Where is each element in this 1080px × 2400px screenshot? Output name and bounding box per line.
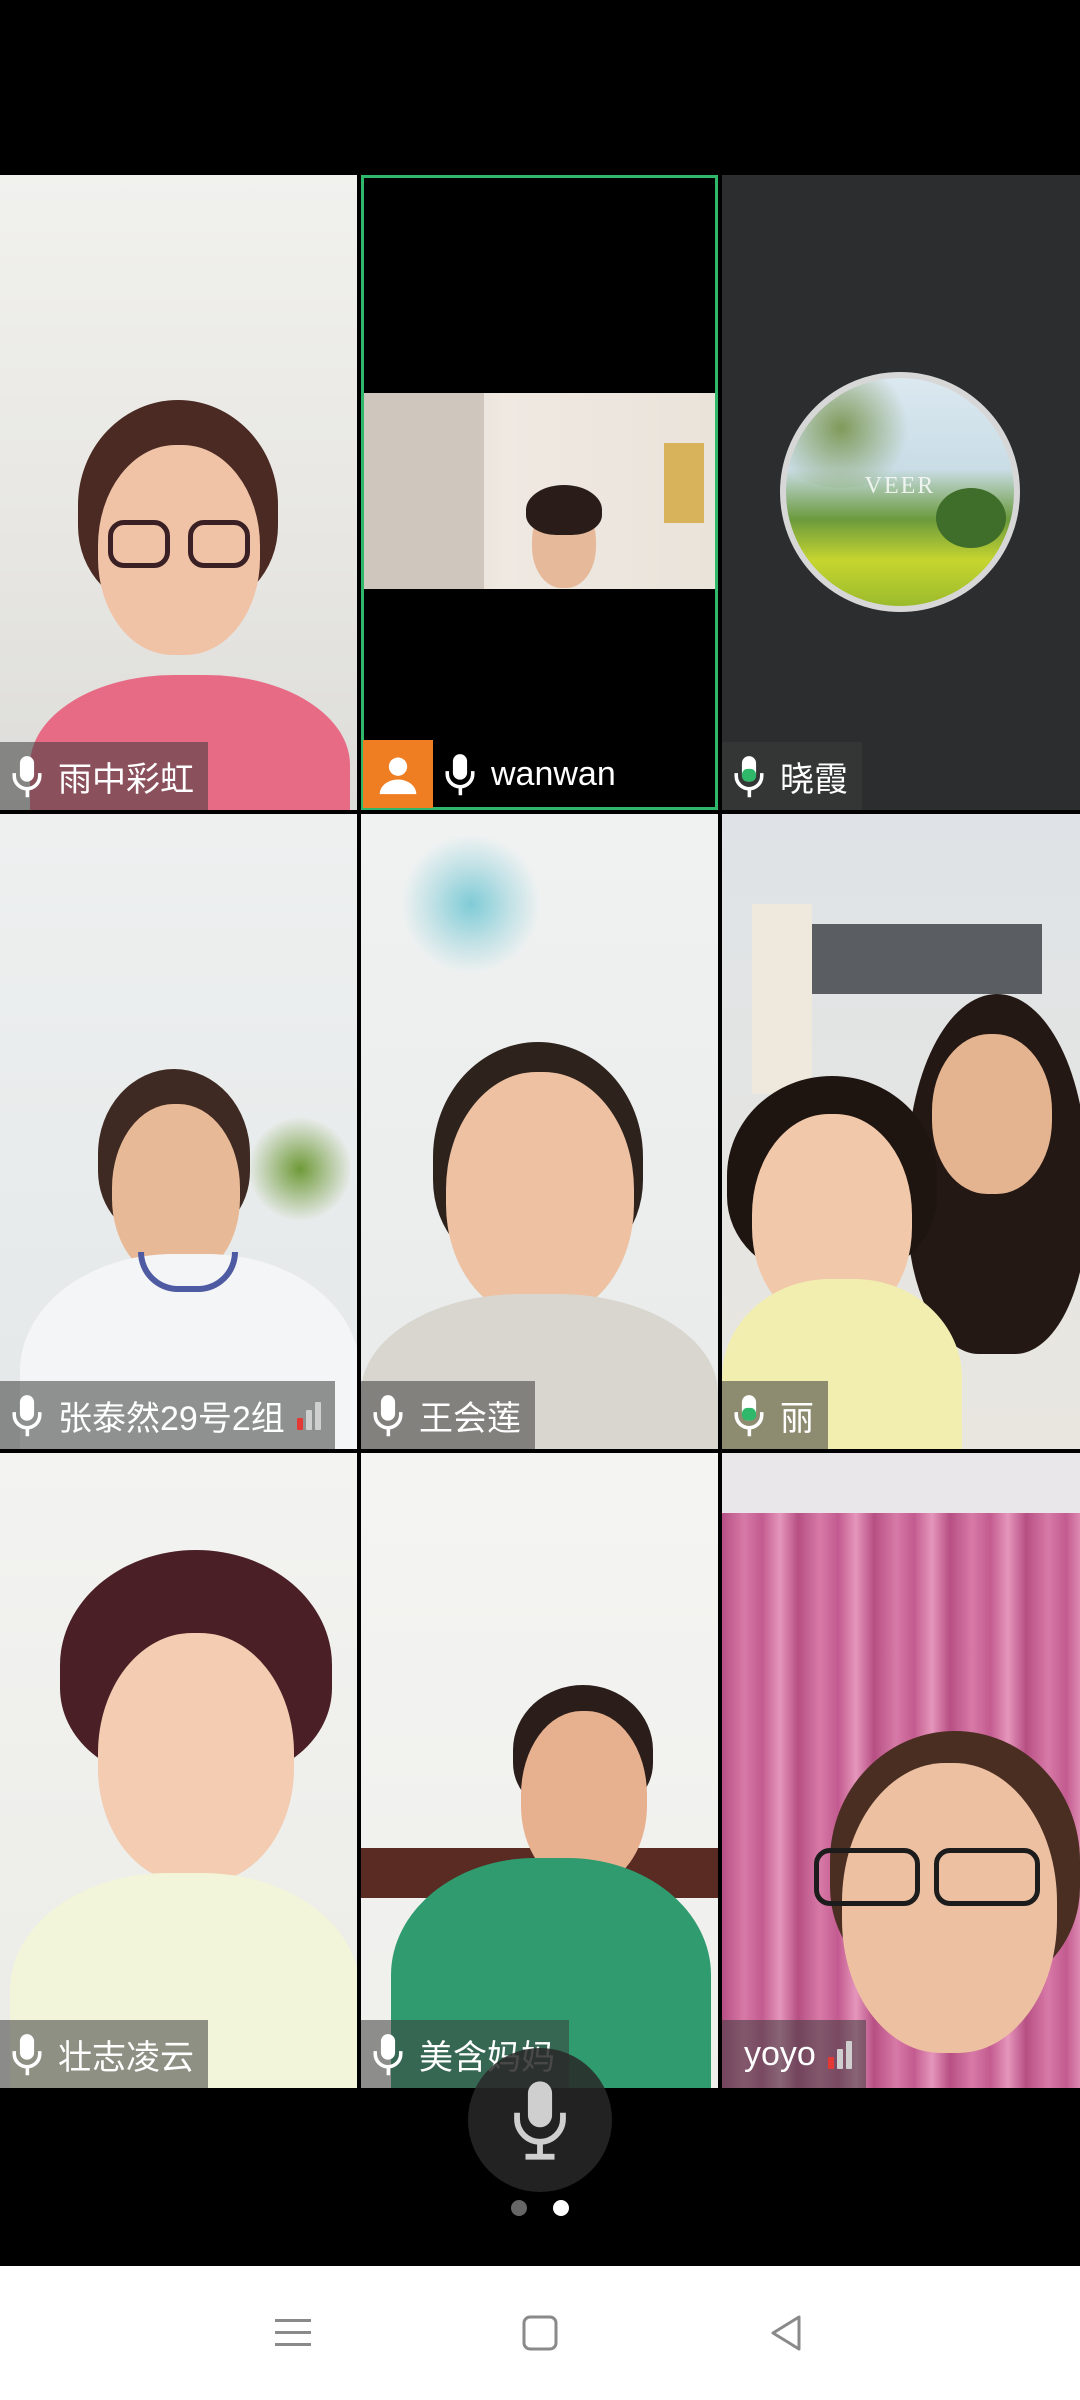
participant-name: 晓霞	[780, 760, 848, 799]
page-indicator[interactable]	[0, 2200, 1080, 2216]
participant-tile[interactable]: 丽	[722, 814, 1080, 1449]
participant-name: 王会莲	[419, 1399, 521, 1438]
participant-tile[interactable]: 雨中彩虹	[0, 175, 357, 810]
participant-video	[361, 1453, 718, 2088]
participant-video	[0, 814, 357, 1449]
participant-name-label: 晓霞	[722, 742, 862, 810]
participant-tile-active-speaker[interactable]: wanwan	[361, 175, 718, 810]
back-icon	[771, 2315, 801, 2351]
participant-video	[0, 175, 357, 810]
home-button[interactable]	[510, 2303, 570, 2363]
participant-name-label: 王会莲	[361, 1381, 535, 1449]
page-dot-active[interactable]	[553, 2200, 569, 2216]
mute-toggle-button[interactable]	[468, 2048, 612, 2192]
participant-tile[interactable]: 王会莲	[361, 814, 718, 1449]
menu-icon	[275, 2319, 312, 2346]
back-button[interactable]	[757, 2303, 817, 2363]
microphone-icon	[12, 756, 42, 798]
system-navigation-bar	[0, 2266, 1080, 2400]
participant-name: 张泰然29号2组	[58, 1399, 285, 1438]
signal-strength-icon	[296, 1400, 321, 1430]
participant-name-label: 雨中彩虹	[0, 742, 208, 810]
participant-name: 壮志凌云	[58, 2038, 194, 2077]
microphone-icon	[445, 754, 475, 796]
microphone-icon	[12, 2034, 42, 2076]
microphone-speaking-icon	[734, 756, 764, 798]
microphone-icon	[373, 1395, 403, 1437]
microphone-icon	[373, 2034, 403, 2076]
home-icon	[522, 2315, 558, 2351]
participant-name-label: 壮志凌云	[0, 2020, 208, 2088]
participant-name-label: 张泰然29号2组	[0, 1381, 335, 1449]
participant-tile[interactable]: yoyo	[722, 1453, 1080, 2088]
video-grid: 雨中彩虹 wanwan VEER 晓霞 张泰然29号2组 王会莲 丽 壮志凌云 …	[0, 175, 1080, 2090]
page-dot[interactable]	[511, 2200, 527, 2216]
profile-picture: VEER	[780, 372, 1020, 612]
microphone-icon	[12, 1395, 42, 1437]
microphone-icon	[514, 2081, 566, 2160]
participant-tile[interactable]: 壮志凌云	[0, 1453, 357, 2088]
participant-name: 雨中彩虹	[58, 760, 194, 799]
participant-video	[361, 814, 718, 1449]
participant-video	[722, 1453, 1080, 2088]
participant-tile[interactable]: VEER 晓霞	[722, 175, 1080, 810]
microphone-speaking-icon	[734, 1395, 764, 1437]
participant-name-label: 丽	[722, 1381, 828, 1449]
menu-button[interactable]	[263, 2303, 323, 2363]
participant-tile[interactable]: 张泰然29号2组	[0, 814, 357, 1449]
person-icon	[379, 757, 417, 795]
participant-name: 丽	[780, 1399, 814, 1438]
participant-name-label: wanwan	[433, 740, 630, 808]
participant-tile[interactable]: 美含妈妈	[361, 1453, 718, 2088]
participant-name-label: yoyo	[722, 2020, 866, 2088]
avatar-badge	[363, 740, 433, 808]
participant-name: yoyo	[744, 2034, 816, 2073]
participant-video	[0, 1453, 357, 2088]
top-black-bar	[0, 0, 1080, 175]
signal-strength-icon	[827, 2039, 852, 2069]
participant-video	[722, 814, 1080, 1449]
profile-picture-watermark: VEER	[864, 473, 936, 499]
participant-name: wanwan	[491, 754, 616, 793]
participant-video	[361, 175, 718, 810]
